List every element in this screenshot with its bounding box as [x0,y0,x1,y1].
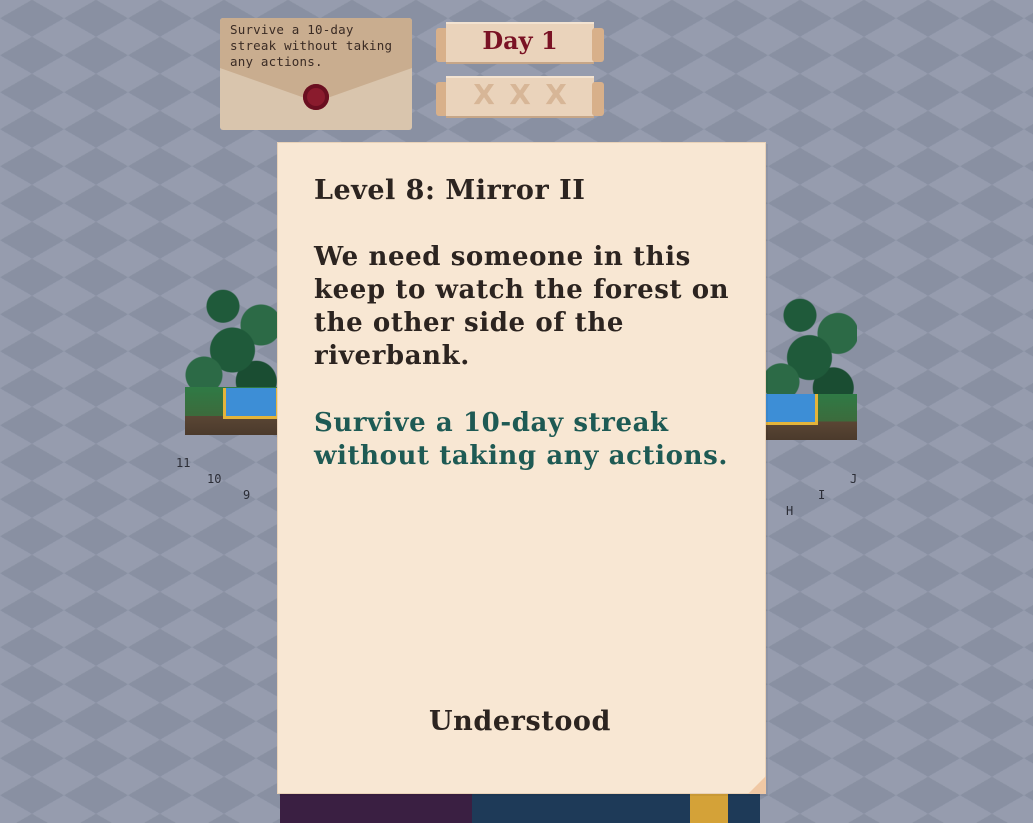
strike-x-icon: X [509,78,531,111]
forest-trees [185,275,280,400]
hut-tile [690,794,728,823]
day-label: Day 1 [482,26,558,55]
board-bottom-strip [280,790,760,823]
strike-x-icon: X [545,78,567,111]
objective-letter[interactable]: Survive a 10-day streak without taking a… [220,18,412,130]
river-water [762,393,818,425]
day-counter-scroll: Day 1 [436,20,604,64]
understood-button[interactable]: Understood [398,699,642,743]
forest-trees [762,285,857,406]
dialog-corner-fold [748,776,766,794]
level-description: We need someone in this keep to watch th… [314,242,730,371]
coord-label-right-1: J [850,472,858,486]
left-forest-tile [185,275,280,435]
right-forest-tile [762,285,857,440]
strike-counter-scroll: X X X [436,74,604,118]
coord-label-right-2: I [818,488,826,502]
coord-label-left-1: 11 [176,456,191,470]
river-water [223,388,279,419]
wax-seal-icon [303,84,329,110]
coord-label-left-3: 9 [243,488,251,502]
strike-row: X X X [446,74,594,116]
coord-label-right-3: H [786,504,794,518]
objective-text: Survive a 10-day streak without taking a… [230,22,393,69]
coord-label-left-2: 10 [207,472,222,486]
level-goal: Survive a 10-day streak without taking a… [314,408,728,471]
strike-x-icon: X [473,78,495,111]
level-title: Level 8: Mirror II [314,175,586,206]
level-intro-dialog: Level 8: Mirror II We need someone in th… [277,142,766,794]
